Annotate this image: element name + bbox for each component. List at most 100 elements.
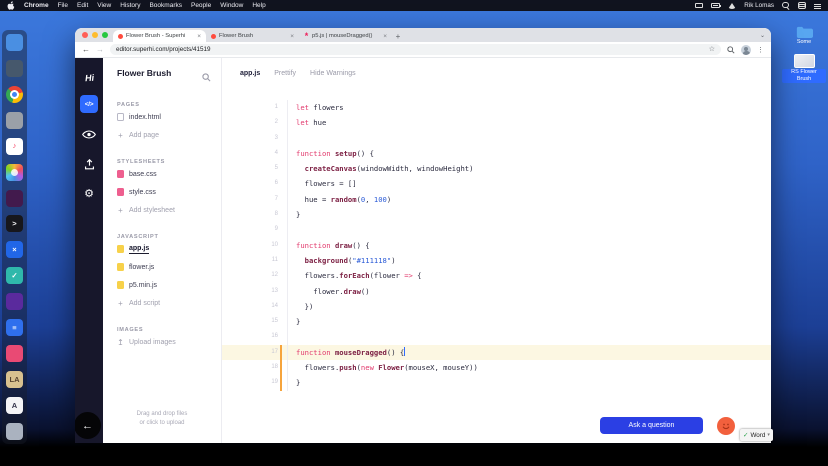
code-editor-icon[interactable]: </> (80, 95, 98, 113)
new-tab-button[interactable]: + (392, 30, 404, 42)
menu-history[interactable]: History (120, 2, 140, 9)
address-bar[interactable]: editor.superhi.com/projects/41519 ☆ (110, 44, 721, 55)
chevron-updown-icon: ▾ (767, 432, 770, 438)
publish-upload-icon[interactable] (80, 155, 98, 173)
sidebar-item-p5-min-js[interactable]: p5.min.js (117, 276, 221, 294)
code-line[interactable]: 1let flowers (222, 100, 771, 115)
dock-icon-notes-blue[interactable]: ≡ (6, 319, 23, 336)
sidebar-item-base-css[interactable]: base.css (117, 165, 221, 183)
code-line[interactable]: 6 flowers = [] (222, 176, 771, 191)
dock-icon-app-slate[interactable] (6, 60, 23, 77)
minimize-button[interactable] (92, 32, 98, 38)
sidebar-item-upload-images[interactable]: ↥Upload images (117, 333, 221, 351)
upload-dropzone[interactable]: Drag and drop files or click to upload (103, 410, 221, 429)
menu-window[interactable]: Window (220, 2, 243, 9)
zoom-button[interactable] (102, 32, 108, 38)
code-line[interactable]: 16 (222, 329, 771, 344)
action-prettify[interactable]: Prettify (274, 70, 296, 77)
superhi-logo[interactable]: Hi (83, 63, 94, 93)
tab-close-icon[interactable]: × (383, 33, 387, 40)
code-line[interactable]: 8} (222, 207, 771, 222)
menu-people[interactable]: People (191, 2, 211, 9)
sidebar-item-add-script[interactable]: +Add script (117, 294, 221, 312)
search-icon-mb[interactable] (782, 2, 790, 10)
code-line[interactable]: 18 flowers.push(new Flower(mouseX, mouse… (222, 360, 771, 375)
code-line[interactable]: 15} (222, 314, 771, 329)
dock-icon-chrome[interactable] (6, 86, 23, 103)
notification-icon[interactable] (814, 4, 821, 9)
back-button-circle[interactable]: ← (75, 412, 101, 439)
menu-bookmarks[interactable]: Bookmarks (149, 2, 182, 9)
code-line[interactable]: 3 (222, 131, 771, 146)
code-line[interactable]: 13 flower.draw() (222, 284, 771, 299)
dock-icon-terminal[interactable]: > (6, 215, 23, 232)
word-widget-label: Word (750, 432, 765, 439)
settings-gear-icon[interactable]: ⚙ (80, 185, 98, 203)
sidebar-item-flower-js[interactable]: flower.js (117, 258, 221, 276)
tab-app-js[interactable]: app.js (240, 70, 260, 77)
code-line[interactable]: 19} (222, 375, 771, 390)
back-button[interactable]: ← (82, 46, 90, 54)
action-hide-warnings[interactable]: Hide Warnings (310, 70, 356, 77)
code-line[interactable]: 12 flowers.forEach(flower => { (222, 268, 771, 283)
dock-icon-things[interactable]: ✓ (6, 267, 23, 284)
desktop-icon-folder[interactable]: Some (782, 26, 826, 46)
dock-icon-la-app[interactable]: LA (6, 371, 23, 388)
menu-file[interactable]: File (58, 2, 68, 9)
user-name[interactable]: Rik Lomas (744, 2, 774, 9)
control-center-icon[interactable] (798, 2, 806, 10)
menu-dots-icon[interactable]: ⋮ (757, 46, 764, 54)
search-icon[interactable] (202, 69, 211, 87)
code-area[interactable]: 1let flowers2let hue34function setup() {… (222, 100, 771, 391)
code-line[interactable]: 4function setup() { (222, 146, 771, 161)
code-line[interactable]: 14 }) (222, 299, 771, 314)
close-button[interactable] (82, 32, 88, 38)
dock-icon-slack[interactable] (6, 190, 23, 207)
browser-tab-3[interactable]: *p5.js | mouseDragged()× (299, 30, 392, 42)
code-line[interactable]: 5 createCanvas(windowWidth, windowHeight… (222, 161, 771, 176)
forward-button[interactable]: → (96, 46, 104, 54)
browser-tab-2[interactable]: Flower Brush× (206, 30, 299, 42)
sidebar-item-style-css[interactable]: style.css (117, 183, 221, 201)
ask-question-button[interactable]: Ask a question (600, 417, 703, 434)
menu-view[interactable]: View (97, 2, 111, 9)
word-count-widget[interactable]: ✓ Word ▾ (740, 429, 773, 441)
menu-help[interactable]: Help (252, 2, 265, 9)
wifi-icon[interactable] (728, 3, 736, 9)
display-icon[interactable] (695, 3, 703, 9)
sidebar-item-app-js[interactable]: app.js (117, 240, 221, 258)
bookmark-star-icon[interactable]: ☆ (709, 46, 715, 53)
sidebar-item-add-stylesheet[interactable]: +Add stylesheet (117, 201, 221, 219)
code-line[interactable]: 11 background("#111118") (222, 253, 771, 268)
dock-icon-a-app[interactable]: A (6, 397, 23, 414)
dock-icon-trash[interactable] (6, 423, 23, 440)
line-number: 15 (222, 314, 288, 329)
tab-close-icon[interactable]: × (290, 33, 294, 40)
menu-edit[interactable]: Edit (77, 2, 88, 9)
chat-smiley-button[interactable] (717, 417, 735, 435)
dock-icon-app-purple[interactable] (6, 293, 23, 310)
code-line[interactable]: 9 (222, 222, 771, 237)
search-zoom-icon[interactable] (727, 46, 735, 54)
dock-icon-app-pink[interactable] (6, 345, 23, 362)
browser-tab-1[interactable]: Flower Brush - Superhi× (113, 30, 206, 42)
preview-eye-icon[interactable] (80, 125, 98, 143)
dock-icon-app-blue-x[interactable]: × (6, 241, 23, 258)
battery-icon[interactable] (711, 3, 720, 8)
menu-chrome[interactable]: Chrome (24, 2, 49, 9)
profile-avatar[interactable] (741, 45, 751, 55)
dock-icon-messages[interactable] (6, 112, 23, 129)
sidebar-item-add-page[interactable]: +Add page (117, 126, 221, 144)
sidebar-item-index-html[interactable]: index.html (117, 108, 221, 126)
apple-icon[interactable] (7, 1, 15, 10)
code-line[interactable]: 10function draw() { (222, 238, 771, 253)
code-line[interactable]: 17function mouseDragged() { (222, 345, 771, 360)
dock-icon-music[interactable]: ♪ (6, 138, 23, 155)
code-line[interactable]: 2let hue (222, 115, 771, 130)
dock-icon-finder[interactable] (6, 34, 23, 51)
desktop-icon-file[interactable]: RS Flower Brush (782, 54, 826, 83)
code-line[interactable]: 7 hue = random(0, 100) (222, 192, 771, 207)
tab-search-chevron-icon[interactable]: ⌄ (760, 33, 765, 39)
tab-close-icon[interactable]: × (197, 33, 201, 40)
dock-icon-photos[interactable] (6, 164, 23, 181)
